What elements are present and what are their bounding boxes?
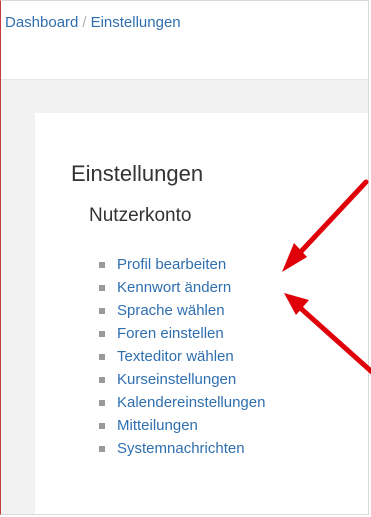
menu-item: Kennwort ändern	[99, 276, 265, 299]
link-profil-bearbeiten[interactable]: Profil bearbeiten	[117, 253, 226, 276]
header-bar: Dashboard / Einstellungen	[1, 1, 368, 80]
bullet-icon	[99, 422, 105, 429]
link-texteditor-waehlen[interactable]: Texteditor wählen	[117, 345, 234, 368]
link-kurseinstellungen[interactable]: Kurseinstellungen	[117, 368, 236, 391]
menu-item: Mitteilungen	[99, 414, 265, 437]
bullet-icon	[99, 307, 105, 314]
breadcrumb: Dashboard / Einstellungen	[5, 14, 181, 31]
link-mitteilungen[interactable]: Mitteilungen	[117, 414, 198, 437]
bullet-icon	[99, 376, 105, 383]
settings-panel: Einstellungen Nutzerkonto Profil bearbei…	[35, 113, 368, 514]
breadcrumb-einstellungen[interactable]: Einstellungen	[91, 14, 181, 31]
bullet-icon	[99, 353, 105, 360]
link-systemnachrichten[interactable]: Systemnachrichten	[117, 437, 245, 460]
bullet-icon	[99, 399, 105, 406]
bullet-icon	[99, 284, 105, 291]
menu-item: Profil bearbeiten	[99, 253, 265, 276]
bullet-icon	[99, 445, 105, 452]
link-kalendereinstellungen[interactable]: Kalendereinstellungen	[117, 391, 265, 414]
page-title: Einstellungen	[71, 161, 204, 186]
link-foren-einstellen[interactable]: Foren einstellen	[117, 322, 224, 345]
menu-item: Sprache wählen	[99, 299, 265, 322]
breadcrumb-separator: /	[82, 14, 87, 31]
link-kennwort-aendern[interactable]: Kennwort ändern	[117, 276, 231, 299]
menu-item: Foren einstellen	[99, 322, 265, 345]
section-title-nutzerkonto: Nutzerkonto	[89, 205, 192, 226]
browser-frame: Dashboard / Einstellungen Einstellungen Nu…	[0, 0, 369, 515]
menu-item: Systemnachrichten	[99, 437, 265, 460]
link-sprache-waehlen[interactable]: Sprache wählen	[117, 299, 225, 322]
menu-item: Kurseinstellungen	[99, 368, 265, 391]
bullet-icon	[99, 330, 105, 337]
breadcrumb-dashboard[interactable]: Dashboard	[5, 14, 78, 31]
settings-menu: Profil bearbeiten Kennwort ändern Sprach…	[99, 253, 265, 460]
menu-item: Kalendereinstellungen	[99, 391, 265, 414]
menu-item: Texteditor wählen	[99, 345, 265, 368]
bullet-icon	[99, 261, 105, 268]
